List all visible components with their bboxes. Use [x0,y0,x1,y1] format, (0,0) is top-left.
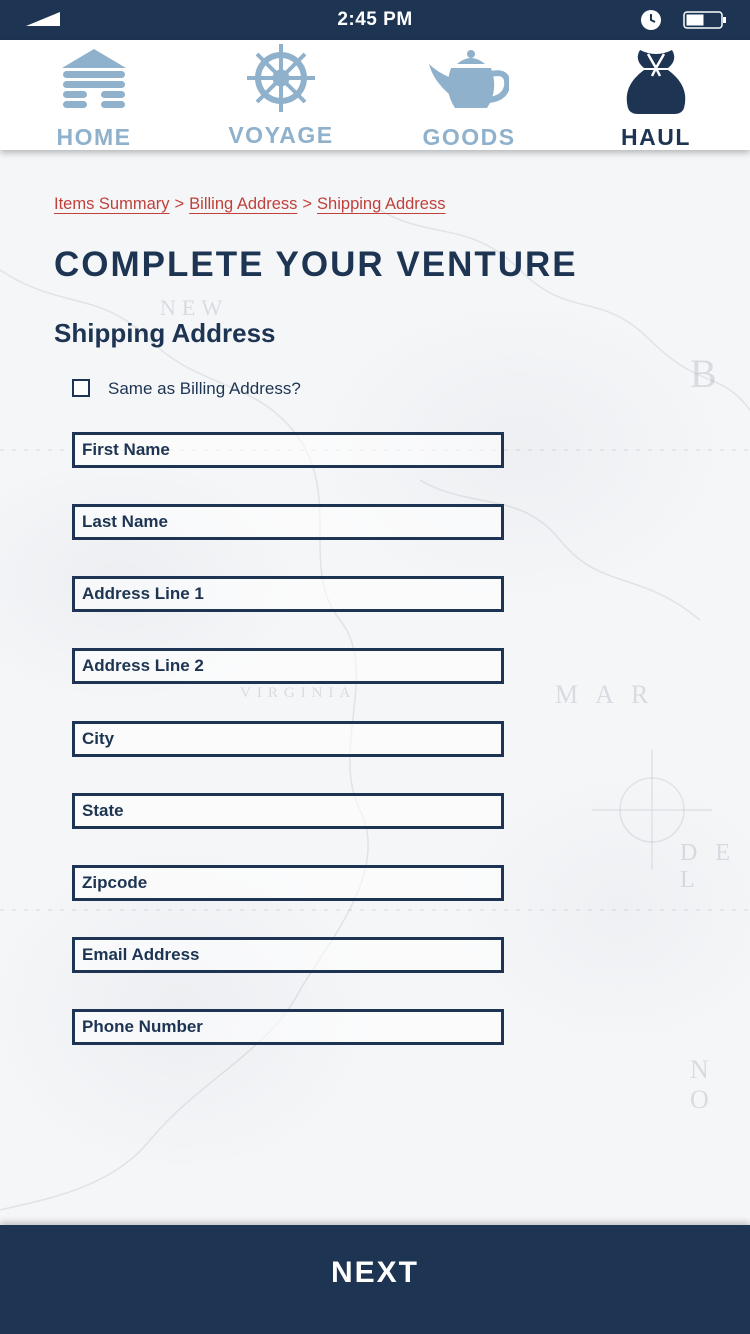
breadcrumb: Items Summary > Billing Address > Shipping A… [54,195,445,214]
nav-item-home[interactable]: HOME [14,40,174,150]
zipcode-input[interactable] [75,868,501,898]
breadcrumb-billing-address[interactable]: Billing Address [189,195,297,213]
nav-item-haul[interactable]: HAUL [576,40,736,150]
breadcrumb-shipping-address[interactable]: Shipping Address [317,195,445,213]
page-title: COMPLETE YOUR VENTURE [54,245,578,284]
map-background: NEW M A R D E L B VIRGINIA N O [0,150,750,1225]
last-name-input[interactable] [75,507,501,537]
status-time: 2:45 PM [337,9,413,30]
nav-label-haul: HAUL [621,124,691,150]
teapot-icon [429,50,509,108]
city-input[interactable] [75,724,501,754]
email-input[interactable] [75,940,501,970]
last-name-field [72,504,504,540]
same-as-billing-label: Same as Billing Address? [108,379,301,398]
address-line-1-field [72,576,504,612]
breadcrumb-separator: > [174,195,185,213]
breadcrumb-separator: > [302,195,313,213]
ship-wheel-icon [247,44,315,112]
section-title: Shipping Address [54,318,276,348]
clock-icon [641,10,661,30]
state-input[interactable] [75,796,501,826]
address-line-2-input[interactable] [75,651,501,681]
email-field [72,937,504,973]
nav-item-goods[interactable]: GOODS [389,40,549,150]
same-as-billing-checkbox[interactable] [72,379,90,397]
city-field [72,721,504,757]
sack-icon [626,50,686,114]
nav-label-goods: GOODS [422,124,516,150]
address-line-1-input[interactable] [75,579,501,609]
log-cabin-icon [62,49,126,108]
next-button-label: NEXT [330,1256,419,1289]
phone-input[interactable] [75,1012,501,1042]
status-bar: 2:45 PM [0,0,750,40]
nav-label-voyage: VOYAGE [228,122,334,148]
first-name-field [72,432,504,468]
next-button[interactable]: NEXT [0,1225,750,1334]
address-line-2-field [72,648,504,684]
nav-label-home: HOME [56,124,132,150]
zipcode-field [72,865,504,901]
breadcrumb-items-summary[interactable]: Items Summary [54,195,170,213]
phone-field [72,1009,504,1045]
top-nav: HOME VOYAGE GOODS HAUL [0,40,750,150]
nav-item-voyage[interactable]: VOYAGE [201,40,361,150]
state-field [72,793,504,829]
battery-icon [683,11,726,29]
first-name-input[interactable] [75,435,501,465]
